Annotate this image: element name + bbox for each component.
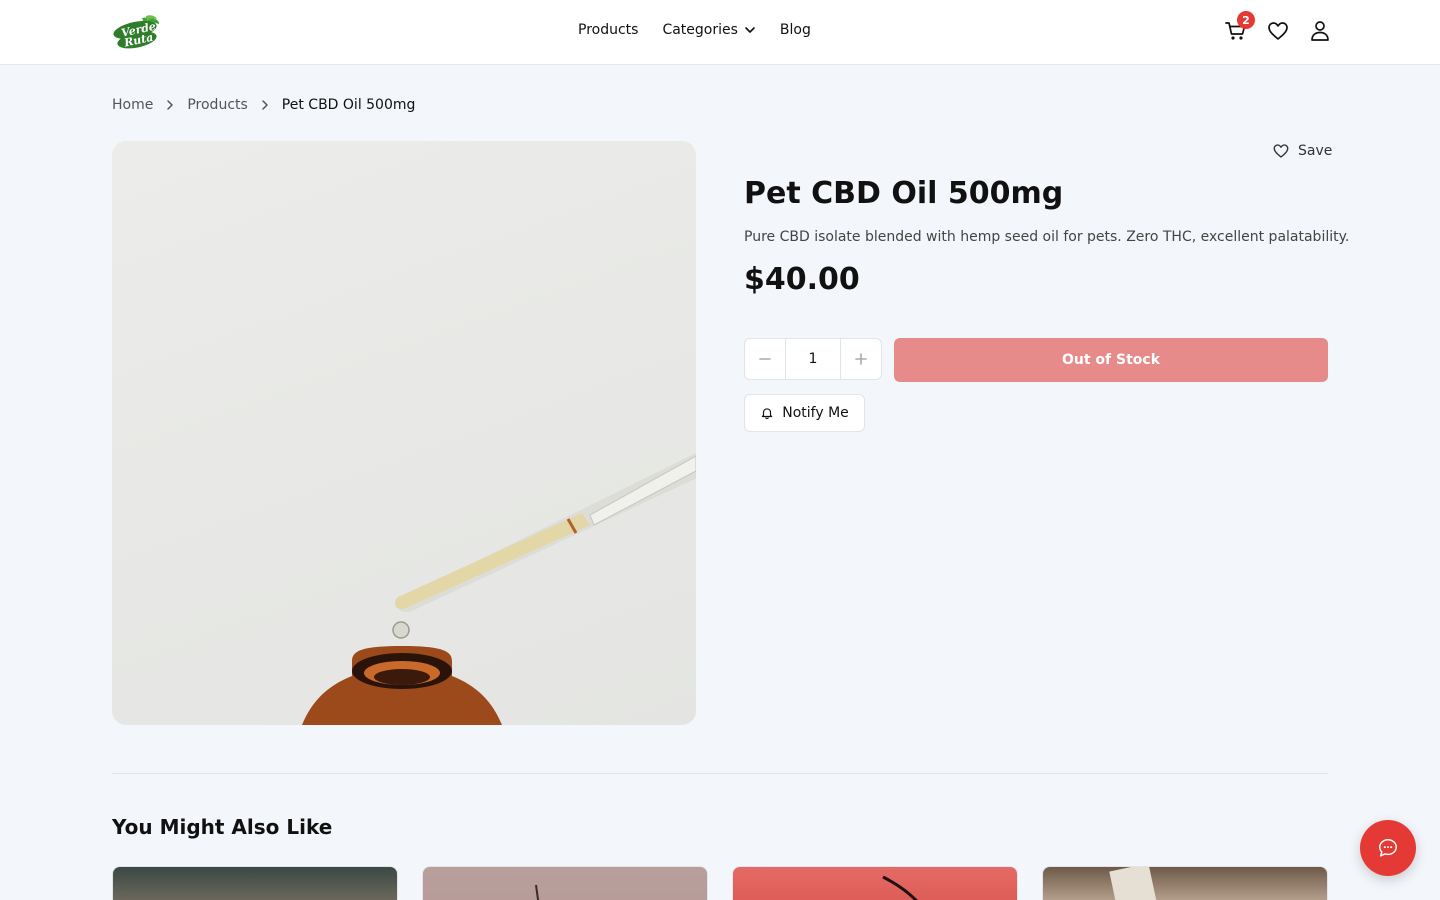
header-actions: 2 <box>1224 11 1332 46</box>
nav-categories[interactable]: Categories <box>662 22 755 38</box>
brand-logo[interactable]: Verde Ruta <box>112 14 162 50</box>
quantity-input[interactable]: 1 <box>786 339 840 379</box>
out-of-stock-button[interactable]: Out of Stock <box>894 338 1328 382</box>
chat-bubble-icon <box>1379 839 1397 857</box>
product-title: Pet CBD Oil 500mg <box>744 176 1064 211</box>
product-price: $40.00 <box>744 262 860 297</box>
wishlist-button[interactable] <box>1266 16 1290 46</box>
notify-me-label: Notify Me <box>782 405 849 421</box>
breadcrumb-current: Pet CBD Oil 500mg <box>281 97 416 113</box>
related-product-card[interactable] <box>1042 866 1328 900</box>
nav-categories-label: Categories <box>662 22 738 38</box>
bell-icon <box>761 408 773 419</box>
related-product-card[interactable] <box>422 866 708 900</box>
related-products-title: You Might Also Like <box>112 815 333 839</box>
breadcrumb-home[interactable]: Home <box>112 97 153 113</box>
nav-products[interactable]: Products <box>578 22 638 38</box>
dropper-bottle-photo <box>302 453 696 725</box>
cart-count-badge: 2 <box>1237 11 1255 29</box>
plus-icon <box>855 353 867 365</box>
main-nav: Products Categories Blog <box>578 22 811 38</box>
chevron-right-icon <box>165 99 175 111</box>
breadcrumb-products[interactable]: Products <box>187 97 247 113</box>
decrease-quantity-button[interactable] <box>745 339 786 379</box>
breadcrumb: Home Products Pet CBD Oil 500mg <box>112 97 415 113</box>
account-button[interactable] <box>1308 16 1332 46</box>
chevron-down-icon <box>745 27 755 33</box>
increase-quantity-button[interactable] <box>840 339 881 379</box>
site-header: Verde Ruta Products Categories Blog 2 <box>0 0 1440 65</box>
cart-button[interactable]: 2 <box>1224 11 1255 46</box>
chat-button[interactable] <box>1360 820 1416 876</box>
nav-blog[interactable]: Blog <box>780 22 811 38</box>
leaf-logo-icon: Verde Ruta <box>113 15 160 50</box>
minus-icon <box>759 358 771 360</box>
user-icon <box>1311 21 1329 41</box>
section-divider <box>112 773 1328 774</box>
product-image <box>112 141 696 725</box>
related-product-card[interactable] <box>112 866 398 900</box>
save-label: Save <box>1298 143 1333 159</box>
related-product-card[interactable] <box>732 866 1018 900</box>
save-button[interactable]: Save <box>1272 141 1332 161</box>
heart-icon <box>1273 144 1289 158</box>
product-description: Pure CBD isolate blended with hemp seed … <box>744 229 1350 245</box>
quantity-stepper: 1 <box>744 338 882 380</box>
heart-icon <box>1268 22 1288 40</box>
notify-me-button[interactable]: Notify Me <box>744 394 865 432</box>
chevron-right-icon <box>260 99 270 111</box>
